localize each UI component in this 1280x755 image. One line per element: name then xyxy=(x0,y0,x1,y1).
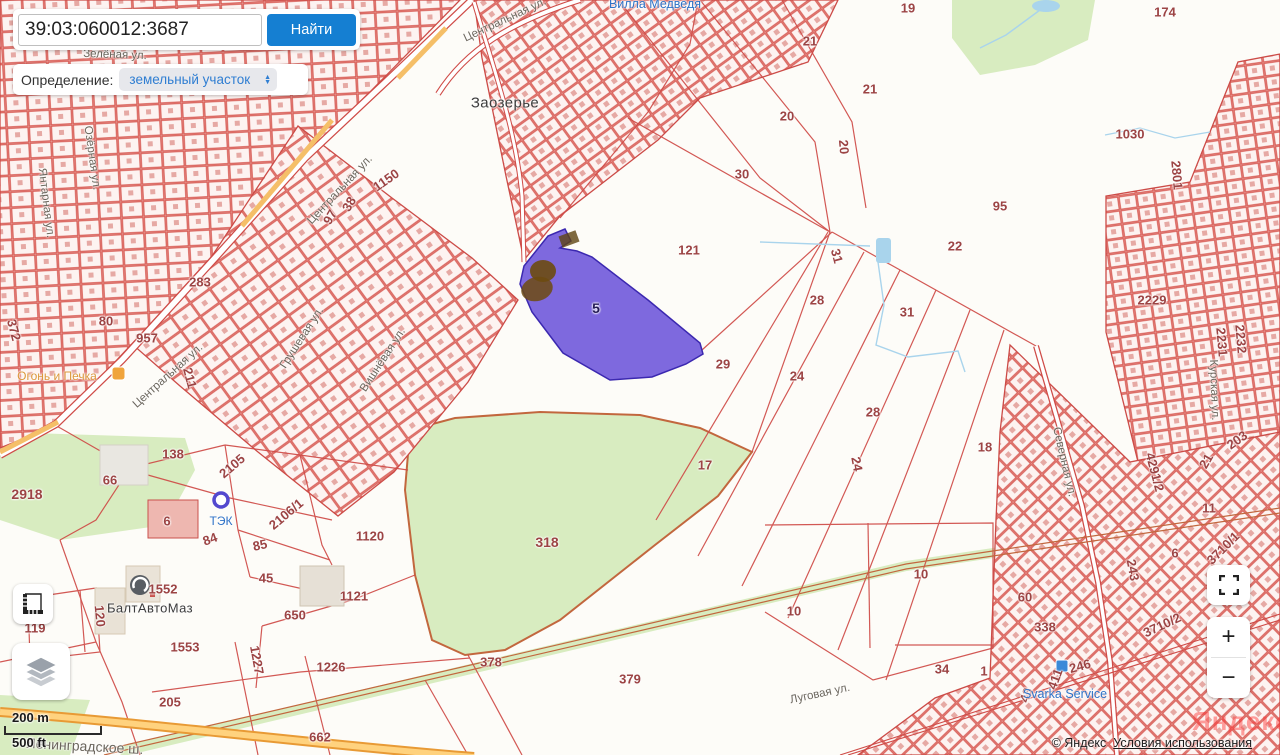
layers-button[interactable] xyxy=(12,643,70,700)
zoom-in-button[interactable]: + xyxy=(1207,617,1250,657)
cadastral-map-app: 19 21 21 20 20 30 174 1030 2801 95 22 121 31 28 31 2229… xyxy=(0,0,1280,755)
fullscreen-icon xyxy=(1218,575,1239,595)
layers-icon xyxy=(23,655,59,688)
map-canvas[interactable] xyxy=(0,0,1280,755)
zoom-control: + − xyxy=(1207,617,1250,698)
definition-panel: Определение: земельный участок ▲ ▼ xyxy=(13,64,308,95)
map-attribution: © Яндекс Условия использования xyxy=(1052,736,1252,750)
tek-company-icon xyxy=(212,491,230,509)
definition-label: Определение: xyxy=(21,71,114,88)
definition-selected-value: земельный участок xyxy=(129,72,251,87)
fullscreen-button[interactable] xyxy=(1207,565,1250,605)
select-chevrons-icon: ▲ ▼ xyxy=(264,73,272,86)
cadastral-number-input[interactable] xyxy=(18,13,262,46)
zoom-out-button[interactable]: − xyxy=(1207,658,1250,698)
stove-shop-icon xyxy=(111,366,126,381)
search-panel: Найти xyxy=(13,9,360,50)
ruler-icon xyxy=(23,593,43,614)
find-button[interactable]: Найти xyxy=(267,13,356,46)
copyright-text: © Яндекс xyxy=(1051,736,1107,750)
terms-of-use-link[interactable]: Условия использования xyxy=(1113,736,1252,750)
car-service-icon xyxy=(1055,659,1069,673)
definition-select[interactable]: земельный участок ▲ ▼ xyxy=(119,68,278,91)
measure-ruler-button[interactable] xyxy=(13,584,53,624)
